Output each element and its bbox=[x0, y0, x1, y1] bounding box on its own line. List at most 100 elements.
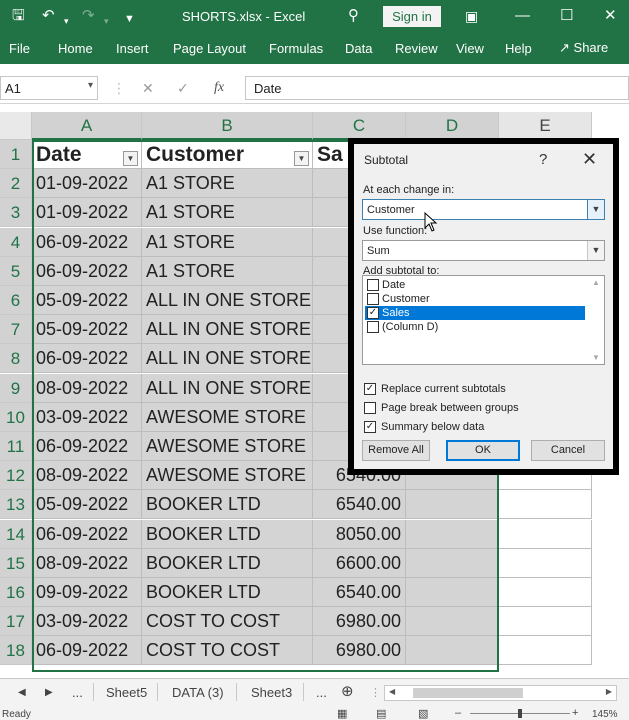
page-break-view-icon[interactable]: ▧ bbox=[418, 707, 428, 720]
tab-page-layout[interactable]: Page Layout bbox=[173, 41, 246, 56]
sheet-tab-sheet5[interactable]: Sheet5 bbox=[106, 685, 147, 700]
date-cell[interactable]: 09-09-2022 bbox=[32, 578, 142, 607]
customer-cell[interactable]: ALL IN ONE STORE bbox=[142, 286, 313, 315]
subtotal-fields-list[interactable]: Date Customer ✓ Sales (Column D) ▲ ▼ bbox=[362, 275, 605, 365]
ribbon-display-icon[interactable]: ▣ bbox=[465, 7, 478, 25]
date-cell[interactable]: 08-09-2022 bbox=[32, 374, 142, 403]
field-item[interactable]: (Column D) bbox=[365, 320, 585, 334]
date-cell[interactable]: 01-09-2022 bbox=[32, 169, 142, 198]
more-sheets-left[interactable]: ... bbox=[72, 685, 83, 700]
row-header[interactable]: 9 bbox=[0, 374, 32, 403]
empty-cell[interactable] bbox=[406, 578, 499, 607]
row-header[interactable]: 14 bbox=[0, 520, 32, 549]
page-layout-view-icon[interactable]: ▤ bbox=[376, 707, 386, 720]
date-cell[interactable]: 03-09-2022 bbox=[32, 607, 142, 636]
select-all-corner[interactable] bbox=[0, 112, 32, 140]
insert-function-icon[interactable]: fx bbox=[214, 80, 224, 96]
chevron-down-icon[interactable]: ▼ bbox=[587, 241, 604, 260]
filter-dropdown-icon[interactable]: ▼ bbox=[123, 151, 138, 166]
empty-cell[interactable] bbox=[499, 578, 592, 607]
empty-cell[interactable] bbox=[406, 607, 499, 636]
save-icon[interactable]: 🖫 bbox=[12, 7, 25, 25]
customer-cell[interactable]: A1 STORE bbox=[142, 198, 313, 227]
close-icon[interactable]: ✕ bbox=[604, 7, 617, 25]
customer-cell[interactable]: ALL IN ONE STORE bbox=[142, 374, 313, 403]
checkbox[interactable] bbox=[367, 293, 379, 305]
scroll-up-icon[interactable]: ▲ bbox=[592, 278, 600, 287]
option-checkbox[interactable]: ✓ Replace current subtotals bbox=[364, 382, 506, 396]
customer-cell[interactable]: BOOKER LTD bbox=[142, 578, 313, 607]
prev-sheet-icon[interactable]: ◀ bbox=[18, 687, 26, 698]
redo-icon[interactable]: ↷ bbox=[82, 7, 95, 25]
zoom-out-icon[interactable]: – bbox=[455, 707, 461, 719]
normal-view-icon[interactable]: ▦ bbox=[337, 707, 347, 720]
row-header[interactable]: 8 bbox=[0, 344, 32, 373]
undo-dropdown-icon[interactable]: ▾ bbox=[64, 12, 69, 30]
sheet-tab-sheet3[interactable]: Sheet3 bbox=[251, 685, 292, 700]
empty-cell[interactable] bbox=[406, 636, 499, 665]
checkbox[interactable] bbox=[367, 321, 379, 333]
customer-cell[interactable]: AWESOME STORE bbox=[142, 432, 313, 461]
zoom-slider-thumb[interactable] bbox=[518, 709, 522, 718]
horizontal-scrollbar[interactable]: ◀ ▶ bbox=[384, 685, 617, 701]
remove-all-button[interactable]: Remove All bbox=[362, 440, 430, 461]
row-header[interactable]: 10 bbox=[0, 403, 32, 432]
date-cell[interactable]: 03-09-2022 bbox=[32, 403, 142, 432]
empty-cell[interactable] bbox=[499, 636, 592, 665]
zoom-level[interactable]: 145% bbox=[592, 709, 618, 720]
tab-file[interactable]: File bbox=[9, 41, 30, 56]
cancel-button[interactable]: Cancel bbox=[531, 440, 605, 461]
customer-cell[interactable]: COST TO COST bbox=[142, 636, 313, 665]
list-scrollbar[interactable]: ▲ ▼ bbox=[588, 276, 604, 364]
empty-cell[interactable] bbox=[406, 520, 499, 549]
date-cell[interactable]: 08-09-2022 bbox=[32, 461, 142, 490]
add-sheet-icon[interactable]: ⊕ bbox=[341, 682, 354, 700]
date-cell[interactable]: 06-09-2022 bbox=[32, 520, 142, 549]
more-sheets-right[interactable]: ... bbox=[316, 685, 327, 700]
checkbox[interactable] bbox=[364, 402, 376, 414]
scroll-left-icon[interactable]: ◀ bbox=[389, 687, 395, 696]
row-header[interactable]: 11 bbox=[0, 432, 32, 461]
empty-cell[interactable] bbox=[499, 549, 592, 578]
tab-view[interactable]: View bbox=[456, 41, 484, 56]
sales-cell[interactable]: 6980.00 bbox=[313, 636, 406, 665]
customer-cell[interactable]: BOOKER LTD bbox=[142, 520, 313, 549]
scroll-right-icon[interactable]: ▶ bbox=[606, 687, 612, 696]
customer-cell[interactable]: A1 STORE bbox=[142, 228, 313, 257]
share-button[interactable]: ↗ Share bbox=[559, 40, 608, 56]
column-header-c[interactable]: C bbox=[313, 112, 406, 140]
tab-data[interactable]: Data bbox=[345, 41, 372, 56]
name-box[interactable]: A1 ▾ bbox=[0, 76, 98, 100]
option-checkbox[interactable]: ✓ Summary below data bbox=[364, 420, 484, 434]
customer-cell[interactable]: BOOKER LTD bbox=[142, 490, 313, 519]
customer-cell[interactable]: A1 STORE bbox=[142, 257, 313, 286]
empty-cell[interactable] bbox=[406, 549, 499, 578]
checkbox[interactable] bbox=[367, 279, 379, 291]
customize-icon[interactable]: ▼ bbox=[124, 10, 135, 28]
scroll-thumb[interactable] bbox=[413, 688, 523, 698]
field-item[interactable]: ✓ Sales bbox=[365, 306, 585, 320]
row-header[interactable]: 2 bbox=[0, 169, 32, 198]
column-header-a[interactable]: A bbox=[32, 112, 142, 140]
row-header[interactable]: 13 bbox=[0, 490, 32, 519]
chevron-down-icon[interactable]: ▼ bbox=[587, 200, 604, 219]
column-header-e[interactable]: E bbox=[499, 112, 592, 140]
filter-dropdown-icon[interactable]: ▼ bbox=[294, 151, 309, 166]
date-cell[interactable]: 06-09-2022 bbox=[32, 344, 142, 373]
chevron-down-icon[interactable]: ▾ bbox=[88, 80, 93, 91]
date-cell[interactable]: 05-09-2022 bbox=[32, 286, 142, 315]
customer-cell[interactable]: COST TO COST bbox=[142, 607, 313, 636]
row-header[interactable]: 12 bbox=[0, 461, 32, 490]
tab-formulas[interactable]: Formulas bbox=[269, 41, 323, 56]
function-select[interactable]: Sum ▼ bbox=[362, 240, 605, 261]
header-cell[interactable]: Date ▼ bbox=[32, 140, 142, 169]
zoom-in-icon[interactable]: + bbox=[572, 707, 578, 719]
search-icon[interactable]: ⚲ bbox=[348, 7, 359, 25]
more-options-icon[interactable]: ⋮ bbox=[370, 686, 381, 699]
scroll-down-icon[interactable]: ▼ bbox=[592, 353, 600, 362]
row-header[interactable]: 6 bbox=[0, 286, 32, 315]
date-cell[interactable]: 08-09-2022 bbox=[32, 549, 142, 578]
sales-cell[interactable]: 6980.00 bbox=[313, 607, 406, 636]
sales-cell[interactable]: 6600.00 bbox=[313, 549, 406, 578]
empty-cell[interactable] bbox=[499, 607, 592, 636]
